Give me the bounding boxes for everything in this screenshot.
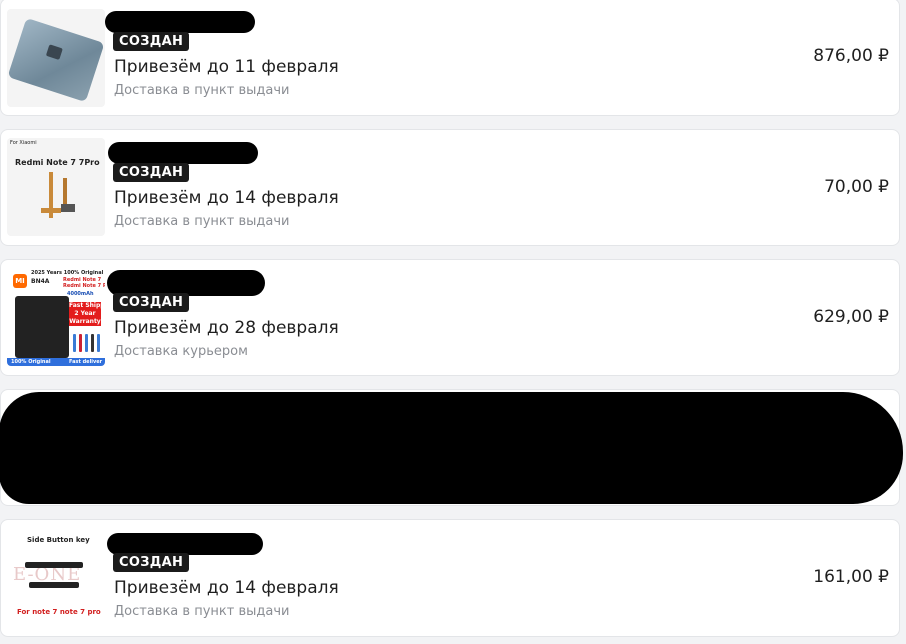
delivery-date: Привезём до 11 февраля — [114, 57, 339, 77]
thumb-code-text: BN4A — [31, 278, 50, 285]
status-badge: СОЗДАН — [113, 553, 190, 572]
thumb-footer-left: 100% Original — [11, 359, 51, 365]
delivery-type: Доставка курьером — [114, 344, 248, 359]
tools-icon — [71, 330, 101, 352]
product-thumbnail[interactable] — [7, 9, 105, 107]
order-price: 161,00 ₽ — [813, 567, 889, 587]
order-card[interactable]: Side Button key E-ONE For note 7 note 7 … — [0, 519, 900, 637]
thumb-footer-bar: 100% Original Fast deliver — [7, 358, 105, 366]
order-price: 876,00 ₽ — [813, 46, 889, 66]
redacted-product-name — [107, 533, 263, 555]
camera-cutout — [45, 44, 63, 60]
delivery-date: Привезём до 28 февраля — [114, 318, 339, 338]
delivery-type: Доставка в пункт выдачи — [114, 214, 290, 229]
battery-icon — [15, 296, 69, 358]
order-card[interactable] — [0, 389, 903, 506]
mi-logo-icon: MI — [13, 274, 27, 288]
order-card[interactable]: For Xiaomi Redmi Note 7 7Pro СОЗДАН Прив… — [0, 129, 900, 246]
order-price: 629,00 ₽ — [813, 307, 889, 327]
thumb-footer-right: Fast deliver — [69, 359, 103, 365]
back-glass-icon — [7, 17, 105, 103]
delivery-type: Доставка в пункт выдачи — [114, 83, 290, 98]
order-price: 70,00 ₽ — [824, 177, 889, 197]
thumb-brand-text: For Xiaomi — [10, 140, 37, 146]
thumb-model-text: Redmi Note 7 7Pro — [15, 158, 100, 167]
status-badge: СОЗДАН — [113, 32, 190, 51]
thumb-model-text: Redmi Note 7 Redmi Note 7 Pro — [63, 277, 105, 289]
status-badge: СОЗДАН — [113, 163, 190, 182]
product-thumbnail[interactable]: MI 2025 Years 100% Original BN4A Redmi N… — [7, 268, 105, 366]
delivery-date: Привезём до 14 февраля — [114, 188, 339, 208]
redacted-product-name — [105, 11, 255, 33]
thumb-capacity-text: 4000mAh — [67, 291, 94, 297]
thumb-title-text: Side Button key — [27, 536, 90, 544]
order-card[interactable]: СОЗДАН Привезём до 11 февраля Доставка в… — [0, 0, 900, 116]
product-thumbnail[interactable]: Side Button key E-ONE For note 7 note 7 … — [7, 528, 105, 626]
redacted-order-content — [0, 392, 903, 504]
delivery-type: Доставка в пункт выдачи — [114, 604, 290, 619]
product-thumbnail[interactable]: For Xiaomi Redmi Note 7 7Pro — [7, 138, 105, 236]
thumb-top-text: 2025 Years 100% Original — [31, 270, 104, 276]
thumb-caption: For note 7 note 7 pro — [17, 608, 101, 616]
delivery-date: Привезём до 14 февраля — [114, 578, 339, 598]
redacted-product-name — [108, 142, 258, 164]
status-badge: СОЗДАН — [113, 293, 190, 312]
warranty-label: Fast Shipping 2 Year Warranty — [69, 302, 105, 326]
order-card[interactable]: MI 2025 Years 100% Original BN4A Redmi N… — [0, 259, 900, 376]
